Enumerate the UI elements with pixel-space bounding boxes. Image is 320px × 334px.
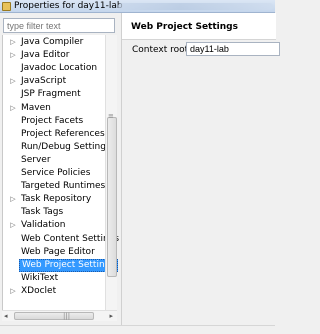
tree-item[interactable]: ▷ Validation	[3, 219, 106, 232]
property-pages-panel: ▷ Java Compiler ▷ Java Editor Javadoc Locati…	[0, 13, 119, 325]
dialog-bottom-edge	[0, 325, 275, 334]
tree-item[interactable]: Project References	[3, 128, 106, 141]
tree-item[interactable]: Server	[3, 154, 106, 167]
tree-item[interactable]: Project Facets	[3, 115, 106, 128]
tree-item-label: Java Editor	[21, 50, 70, 61]
vertical-scroll-thumb[interactable]	[107, 117, 117, 277]
tree-item[interactable]: ▷ Task Repository	[3, 193, 106, 206]
context-root-label: Context root:	[132, 45, 192, 55]
tree-item-label: Web Project Settings	[19, 258, 119, 272]
tree-item[interactable]: Service Policies	[3, 167, 106, 180]
tree-item[interactable]: Targeted Runtimes	[3, 180, 106, 193]
tree-item-label: Javadoc Location	[21, 63, 98, 74]
tree-item[interactable]: Javadoc Location	[3, 62, 106, 75]
tree-item-label: Validation	[21, 220, 66, 231]
expand-arrow-icon[interactable]: ▷	[9, 49, 17, 62]
tree-horizontal-scrollbar[interactable]: ◂ ||| ▸	[2, 310, 117, 321]
horizontal-scroll-thumb[interactable]: |||	[14, 312, 94, 320]
tree-item[interactable]: ▷ Java Compiler	[3, 36, 106, 49]
tree-item-label: WikiText	[21, 272, 59, 283]
page-title: Web Project Settings	[131, 22, 238, 32]
title-bar-blur	[118, 3, 273, 10]
scroll-right-arrow-icon[interactable]: ▸	[109, 311, 113, 321]
tree-item-label: Targeted Runtimes	[21, 181, 106, 192]
property-page-content: Web Project Settings Context root:	[121, 13, 280, 325]
expand-arrow-icon[interactable]: ▷	[9, 102, 17, 115]
scroll-left-arrow-icon[interactable]: ◂	[4, 311, 8, 321]
tree-item[interactable]: Web Page Editor	[3, 246, 106, 259]
tree-item-label: Service Policies	[21, 168, 91, 178]
tree-item[interactable]: Task Tags	[3, 206, 106, 219]
tree-item[interactable]: Run/Debug Settings	[3, 141, 111, 154]
vertical-grip-icon: ≡	[108, 112, 114, 120]
tree-item[interactable]: JSP Fragment	[3, 88, 106, 101]
filter-input[interactable]	[3, 18, 115, 33]
context-root-input[interactable]	[186, 42, 280, 56]
tree-item-label: JavaScript	[21, 76, 67, 87]
tree-item-label: Web Page Editor	[21, 246, 95, 257]
tree-item-label: Task Repository	[21, 194, 92, 205]
title-bar: Properties for day11-lab	[0, 0, 275, 13]
tree-item[interactable]: Web Content Settings	[3, 233, 119, 246]
tree-vertical-scrollbar[interactable]: ≡	[105, 35, 117, 310]
tree-item[interactable]: ▷ Java Editor	[3, 49, 106, 62]
tree-item-label: Run/Debug Settings	[21, 141, 111, 152]
tree-item-label: Server	[21, 154, 51, 165]
tree-item-label: Project Facets	[21, 115, 84, 126]
tree-item-label: Maven	[21, 102, 51, 113]
tree-item[interactable]: WikiText	[3, 272, 106, 285]
tree-item[interactable]: ▷ Maven	[3, 102, 106, 115]
tree-item[interactable]: Web Project Settings	[3, 258, 119, 272]
tree-item-label: Task Tags	[21, 207, 64, 218]
tree-item[interactable]: ▷ JavaScript	[3, 75, 106, 88]
properties-window-icon	[2, 2, 11, 11]
expand-arrow-icon[interactable]: ▷	[9, 285, 17, 298]
tree-item-label: JSP Fragment	[21, 89, 81, 100]
expand-arrow-icon[interactable]: ▷	[9, 75, 17, 88]
tree-item-label: Java Compiler	[21, 37, 84, 47]
page-header: Web Project Settings	[122, 13, 276, 40]
window-title: Properties for day11-lab	[14, 1, 123, 11]
property-pages-tree: ▷ Java Compiler ▷ Java Editor Javadoc Locati…	[2, 35, 119, 310]
expand-arrow-icon[interactable]: ▷	[9, 36, 17, 49]
tree-item-label: Project References	[21, 128, 105, 139]
horizontal-grip-icon: |||	[63, 312, 71, 320]
tree-item[interactable]: ▷ XDoclet	[3, 285, 106, 298]
expand-arrow-icon[interactable]: ▷	[9, 193, 17, 206]
expand-arrow-icon[interactable]: ▷	[9, 219, 17, 232]
tree-item-label: XDoclet	[21, 285, 57, 296]
